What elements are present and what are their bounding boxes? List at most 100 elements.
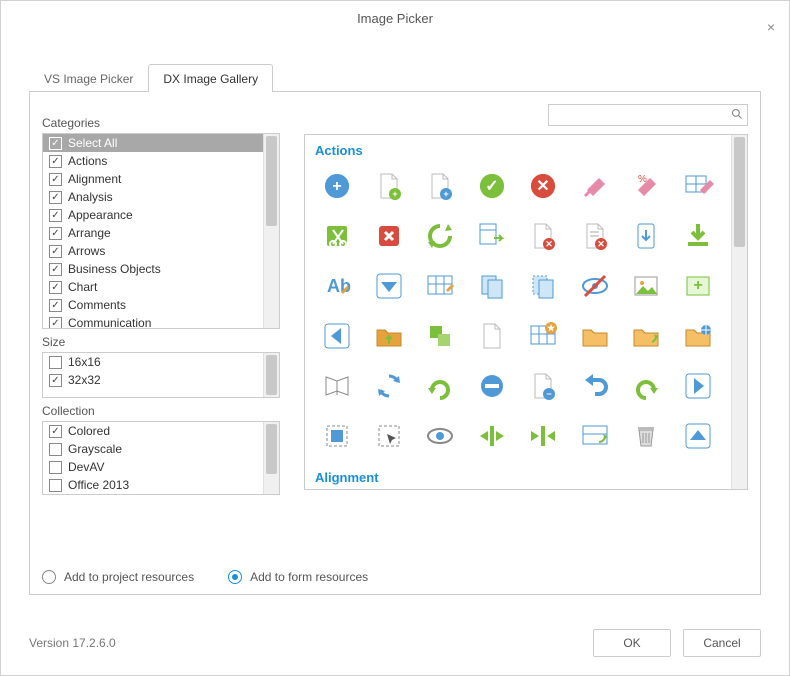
group-icon[interactable] (418, 314, 462, 358)
clear-format-icon[interactable]: % (624, 164, 668, 208)
radio-project-resources[interactable]: Add to project resources (42, 570, 194, 584)
delete-list-icon[interactable]: ✕ (573, 214, 617, 258)
category-row[interactable]: ✓Comments (43, 296, 263, 314)
size-row[interactable]: 16x16 (43, 353, 263, 371)
scrollbar[interactable] (263, 134, 279, 328)
category-row[interactable]: ✓Appearance (43, 206, 263, 224)
footer: Version 17.2.6.0 OK Cancel (29, 629, 761, 657)
down-file-icon[interactable] (624, 214, 668, 258)
close-icon[interactable] (367, 214, 411, 258)
category-row[interactable]: ✓Arrows (43, 242, 263, 260)
add-file-icon[interactable]: + (367, 164, 411, 208)
undo-icon[interactable] (573, 364, 617, 408)
svg-text:✓: ✓ (485, 178, 498, 195)
icon-gallery: Actions+++✓✕%✕✕Ab+★−Alignment (304, 134, 748, 490)
tab-dx-image-gallery[interactable]: DX Image Gallery (148, 64, 273, 92)
text-icon[interactable]: Ab (315, 264, 359, 308)
tab-vs-image-picker[interactable]: VS Image Picker (29, 64, 148, 92)
copy-icon[interactable] (470, 264, 514, 308)
version-label: Version 17.2.6.0 (29, 636, 116, 650)
close-icon[interactable]: × (767, 9, 775, 45)
trash-icon[interactable] (624, 414, 668, 458)
image-icon[interactable] (624, 264, 668, 308)
category-row[interactable]: ✓Chart (43, 278, 263, 296)
scrollbar[interactable] (731, 135, 747, 489)
delete-item-icon[interactable]: ✕ (521, 214, 565, 258)
folder-up-icon[interactable] (624, 314, 668, 358)
category-row[interactable]: ✓Communication (43, 314, 263, 328)
checkbox-icon (49, 356, 62, 369)
down-box-icon[interactable] (367, 264, 411, 308)
checkbox-icon (49, 461, 62, 474)
collection-row[interactable]: DevAV (43, 458, 263, 476)
view-icon[interactable] (418, 414, 462, 458)
category-label: Actions (68, 154, 107, 168)
category-label: Alignment (68, 172, 121, 186)
svg-text:✕: ✕ (545, 239, 553, 249)
select-cursor-icon[interactable] (367, 414, 411, 458)
resource-target-row: Add to project resources Add to form res… (42, 570, 368, 584)
collection-label: DevAV (68, 460, 104, 474)
back-icon[interactable] (315, 314, 359, 358)
remove-item-icon[interactable]: − (521, 364, 565, 408)
folder-web-icon[interactable] (676, 314, 720, 358)
checkbox-icon: ✓ (49, 263, 62, 276)
size-row[interactable]: ✓32x32 (43, 371, 263, 389)
upload-icon[interactable] (676, 414, 720, 458)
delete-table-icon[interactable] (418, 264, 462, 308)
redo-icon[interactable] (418, 364, 462, 408)
scrollbar[interactable] (263, 353, 279, 397)
scrollbar[interactable] (263, 422, 279, 494)
add-item-icon[interactable]: + (418, 164, 462, 208)
apply-icon[interactable]: ✓ (470, 164, 514, 208)
collection-row[interactable]: Office 2013 (43, 476, 263, 494)
blank-icon[interactable] (470, 314, 514, 358)
button-label: Cancel (703, 636, 740, 650)
download-icon[interactable] (676, 214, 720, 258)
right-column: Actions+++✓✕%✕✕Ab+★−Alignment (304, 134, 748, 542)
add-icon[interactable]: + (315, 164, 359, 208)
hide-icon[interactable] (573, 264, 617, 308)
select-icon[interactable] (315, 414, 359, 458)
folder-icon[interactable] (573, 314, 617, 358)
category-row[interactable]: ✓Select All (43, 134, 263, 152)
in-icon[interactable] (470, 414, 514, 458)
open-up-icon[interactable] (367, 314, 411, 358)
cancel-button[interactable]: Cancel (683, 629, 761, 657)
clear-icon[interactable] (573, 164, 617, 208)
forbid-icon[interactable] (470, 364, 514, 408)
ok-button[interactable]: OK (593, 629, 671, 657)
search-icon[interactable] (727, 108, 747, 123)
cancel-icon[interactable]: ✕ (521, 164, 565, 208)
new-grid-icon[interactable]: ★ (521, 314, 565, 358)
radio-dot-icon (42, 570, 56, 584)
tab-strip: VS Image Picker DX Image Gallery (29, 61, 761, 91)
clear-table-icon[interactable] (676, 164, 720, 208)
category-row[interactable]: ✓Actions (43, 152, 263, 170)
category-label: Comments (68, 298, 126, 312)
svg-text:★: ★ (547, 323, 556, 333)
sync-icon[interactable] (367, 364, 411, 408)
collection-row[interactable]: ✓Colored (43, 422, 263, 440)
svg-text:%: % (638, 174, 647, 185)
category-row[interactable]: ✓Business Objects (43, 260, 263, 278)
radio-form-resources[interactable]: Add to form resources (228, 570, 368, 584)
category-row[interactable]: ✓Analysis (43, 188, 263, 206)
gallery-group-header: Alignment (313, 466, 723, 489)
out-icon[interactable] (521, 414, 565, 458)
category-row[interactable]: ✓Arrange (43, 224, 263, 242)
export-icon[interactable] (676, 364, 720, 408)
paste-icon[interactable] (521, 264, 565, 308)
refresh-icon[interactable] (418, 214, 462, 258)
reload-icon[interactable] (624, 364, 668, 408)
convert-icon[interactable] (470, 214, 514, 258)
svg-text:✕: ✕ (597, 239, 605, 249)
design-icon[interactable] (573, 414, 617, 458)
category-row[interactable]: ✓Alignment (43, 170, 263, 188)
collection-row[interactable]: Grayscale (43, 440, 263, 458)
cut-icon[interactable] (315, 214, 359, 258)
add-image-icon[interactable]: + (676, 264, 720, 308)
search-input[interactable] (549, 105, 727, 125)
collection-label: Colored (68, 424, 110, 438)
book-icon[interactable] (315, 364, 359, 408)
